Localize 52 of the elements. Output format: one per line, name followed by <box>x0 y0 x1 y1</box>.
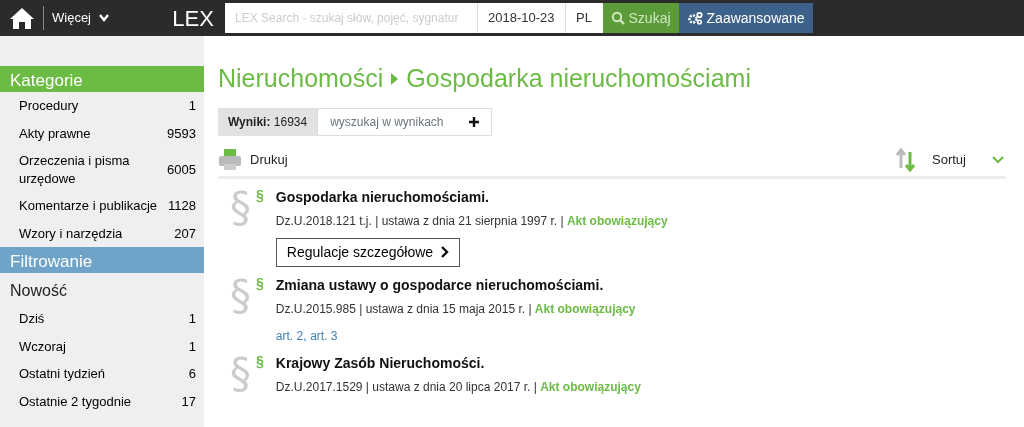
chevron-icon <box>992 155 1004 164</box>
gears-icon <box>686 11 703 25</box>
sidebar-item[interactable]: Wzory i narzędzia 207 <box>0 219 204 248</box>
date-field[interactable]: 2018-10-23 <box>477 3 565 33</box>
sidebar-item[interactable]: Orzeczenia i pisma urzędowe 6005 <box>0 147 204 193</box>
search-icon <box>610 11 625 25</box>
item-count: 17 <box>181 392 196 411</box>
results-count: Wyniki: 16934 <box>218 107 318 136</box>
item-count: 1 <box>188 310 196 328</box>
sidebar-item[interactable]: Dziś 1 <box>0 305 204 333</box>
document-title[interactable]: Zmiana ustawy o gospodarce nieruchomościami. <box>275 274 636 296</box>
item-count: 1128 <box>168 197 196 215</box>
print-button[interactable]: Drukuj <box>218 147 288 172</box>
more-menu[interactable]: Więcej <box>43 6 117 30</box>
sidebar-item[interactable]: Akty prawne 9593 <box>0 119 204 148</box>
separator-text: , <box>303 328 307 343</box>
chevron-icon <box>441 246 450 258</box>
sidebar-item[interactable]: Wczoraj 1 <box>0 332 204 361</box>
item-count: 1 <box>188 97 196 115</box>
paragraph-icon: §§ <box>230 186 272 267</box>
group-heading: Nowość <box>9 281 68 302</box>
sidebar-item[interactable]: Komentarze i publikacje 1128 <box>0 192 204 220</box>
sort-icon <box>896 147 917 172</box>
results-filter-field[interactable]: wyszukaj w wynikach <box>317 107 493 136</box>
language-selector[interactable]: PL <box>564 3 603 33</box>
printer-icon <box>218 147 242 172</box>
item-count: 207 <box>174 224 196 243</box>
sort-button[interactable]: Sortuj <box>896 147 1006 172</box>
sidebar-item[interactable]: Ostatni tydzień 6 <box>0 360 204 388</box>
home-icon[interactable] <box>9 7 35 29</box>
document-title[interactable]: Gospodarka nieruchomościami. <box>275 186 668 208</box>
article-link[interactable]: art. 3 <box>310 328 338 343</box>
sidebar-item[interactable]: Procedury 1 <box>0 92 204 120</box>
paragraph-icon: §§ <box>230 353 272 396</box>
paragraph-icon: §§ <box>230 274 272 345</box>
document-meta: Dz.U.2017.1529 | ustawa z dnia 20 lipca 2017 r. | Akt obowiązujący <box>275 379 641 396</box>
item-count: 6 <box>188 365 196 383</box>
document-meta: Dz.U.2015.985 | ustawa z dnia 15 maja 2015 r. | Akt obowiązujący <box>275 300 636 318</box>
item-count: 9593 <box>167 124 196 143</box>
document-title[interactable]: Krajowy Zasób Nieruchomości. <box>275 353 641 374</box>
advanced-search-button[interactable]: Zaawansowane <box>678 3 813 33</box>
item-count: 6005 <box>167 160 196 179</box>
sidebar-item[interactable]: Ostatnie 2 tygodnie 17 <box>0 387 204 416</box>
section-header: Kategorie <box>0 66 204 92</box>
plus-icon[interactable] <box>469 116 480 127</box>
chevron-icon <box>99 14 109 22</box>
document-meta: Dz.U.2018.121 t.j. | ustawa z dnia 21 sierpnia 1997 r. | Akt obowiązujący <box>275 212 668 230</box>
section-header: Filtrowanie <box>0 247 204 274</box>
logo: LEX <box>171 4 215 33</box>
item-count: 1 <box>188 337 196 356</box>
details-button[interactable]: Regulacje szczegółowe <box>275 237 461 267</box>
caret-icon <box>390 71 400 86</box>
